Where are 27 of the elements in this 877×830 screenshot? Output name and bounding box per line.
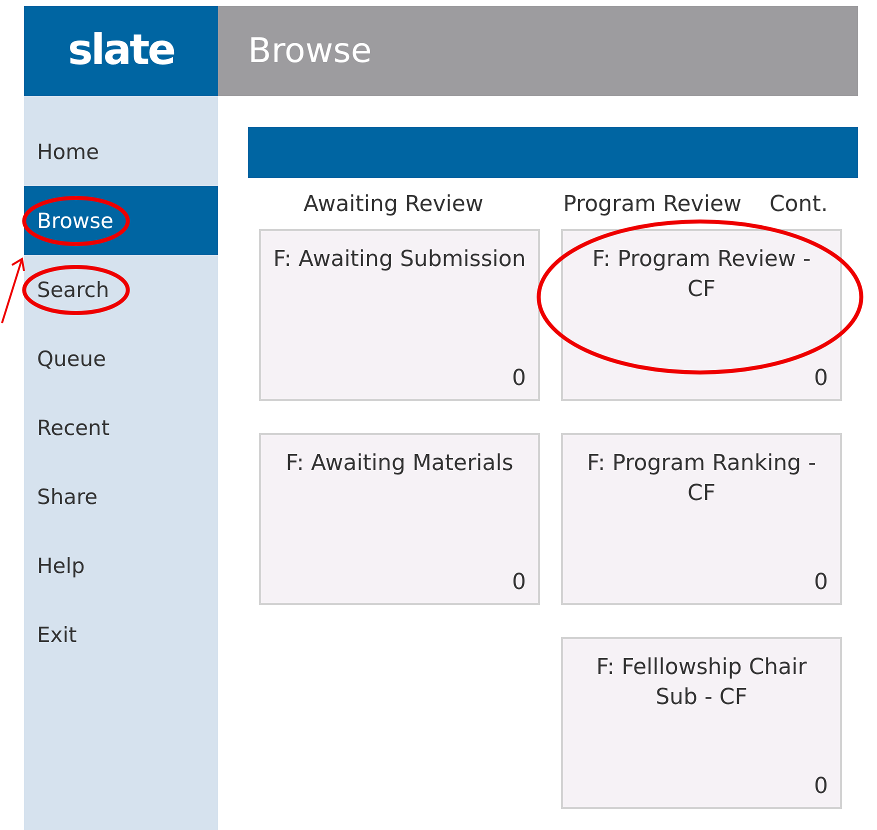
queue-tile[interactable]: F: Awaiting Materials 0: [259, 433, 540, 605]
queue-tile[interactable]: F: Program Review - CF 0: [561, 229, 842, 401]
page-title: Browse: [218, 6, 858, 96]
tile-count: 0: [512, 570, 526, 595]
tile-count: 0: [512, 366, 526, 391]
sidebar-item[interactable]: Help: [24, 531, 218, 600]
sidebar-item[interactable]: Share: [24, 462, 218, 531]
sidebar-item[interactable]: Browse: [24, 186, 218, 255]
tile-count: 0: [814, 366, 828, 391]
tile-title: F: Awaiting Submission: [273, 246, 526, 274]
sidebar-item[interactable]: Recent: [24, 393, 218, 462]
column-heading: Program Review Cont.: [562, 192, 829, 217]
queue-tile[interactable]: F: Awaiting Submission 0: [259, 229, 540, 401]
tile-count: 0: [814, 774, 828, 799]
sidebar-item[interactable]: Search: [24, 255, 218, 324]
sidebar-item[interactable]: Home: [24, 117, 218, 186]
tile-title: F: Program Review - CF: [591, 246, 812, 304]
queue-tile[interactable]: F: Program Ranking - CF 0: [561, 433, 842, 605]
tile-title: F: Awaiting Materials: [284, 450, 514, 478]
sidebar-item[interactable]: Exit: [24, 600, 218, 669]
column-heading: Awaiting Review: [302, 192, 484, 217]
tile-title: F: Felllowship Chair Sub - CF: [595, 654, 808, 712]
tile-title: F: Program Ranking - CF: [586, 450, 818, 508]
tile-count: 0: [814, 570, 828, 595]
queue-tile[interactable]: F: Felllowship Chair Sub - CF 0: [561, 637, 842, 809]
slate-logo: slate: [24, 6, 218, 96]
sidebar-item[interactable]: Queue: [24, 324, 218, 393]
